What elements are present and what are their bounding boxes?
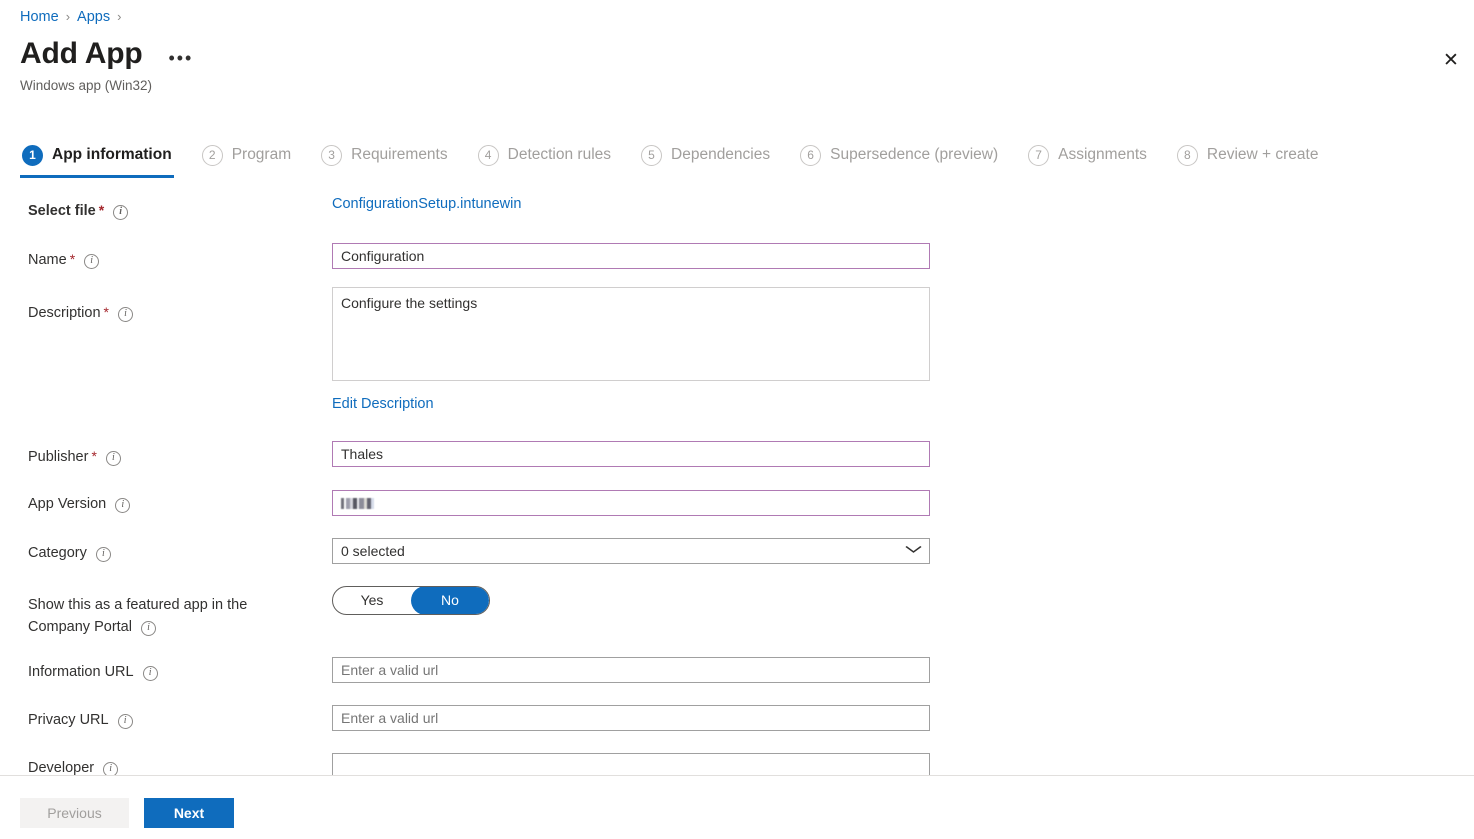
toggle-option-no[interactable]: No [411, 587, 489, 614]
step-number-badge: 5 [641, 144, 663, 166]
featured-app-label: Show this as a featured app in the Compan… [28, 594, 318, 638]
wizard-tabs: 1 App information 2 Program 3 Requiremen… [20, 137, 1346, 179]
breadcrumb: Home › Apps › [20, 6, 128, 28]
breadcrumb-item-home[interactable]: Home [20, 6, 59, 28]
close-icon[interactable]: ✕ [1435, 44, 1467, 76]
name-label: Name * i [28, 249, 318, 270]
tab-label: App information [52, 146, 172, 163]
developer-label: Developer i [28, 758, 318, 775]
tab-label: Assignments [1058, 146, 1147, 163]
info-icon[interactable]: i [103, 761, 119, 775]
privacy-url-input[interactable] [332, 705, 930, 731]
page-title: Add App [20, 37, 143, 70]
featured-app-label-line2: Company Portal [28, 619, 132, 635]
app-version-input[interactable] [332, 490, 930, 516]
tab-requirements[interactable]: 3 Requirements [319, 137, 450, 173]
tab-app-information[interactable]: 1 App information [20, 137, 174, 178]
required-indicator: * [103, 304, 109, 320]
step-number-badge: 2 [201, 144, 223, 166]
footer-divider [0, 775, 1474, 776]
page-subtitle: Windows app (Win32) [20, 78, 153, 93]
developer-input[interactable] [332, 753, 930, 775]
publisher-label-text: Publisher [28, 449, 89, 465]
privacy-url-label-text: Privacy URL [28, 712, 109, 728]
title-row: Add App ••• [20, 36, 197, 72]
description-label-text: Description [28, 305, 101, 321]
next-button[interactable]: Next [144, 798, 234, 828]
step-number-badge: 6 [800, 144, 822, 166]
breadcrumb-item-apps[interactable]: Apps [77, 6, 110, 28]
active-tab-underline [20, 175, 174, 178]
featured-app-label-line1: Show this as a featured app in the [28, 597, 248, 613]
tab-review-create[interactable]: 8 Review + create [1175, 137, 1321, 173]
step-number-badge: 7 [1028, 144, 1050, 166]
tab-dependencies[interactable]: 5 Dependencies [639, 137, 772, 173]
step-number-badge: 4 [477, 144, 499, 166]
description-label: Description * i [28, 302, 318, 323]
more-options-icon[interactable]: ••• [164, 48, 197, 68]
info-icon[interactable]: i [142, 665, 158, 681]
add-app-blade: Home › Apps › Add App ••• Windows app (W… [0, 0, 1474, 839]
description-textarea[interactable]: Configure the settings [332, 287, 930, 381]
breadcrumb-separator-icon: › [117, 9, 122, 24]
info-icon[interactable]: i [117, 306, 133, 322]
info-icon[interactable]: i [115, 497, 131, 513]
information-url-input[interactable] [332, 657, 930, 683]
category-label: Category i [28, 543, 318, 563]
tab-label: Program [231, 146, 292, 163]
redacted-value [341, 497, 374, 509]
category-label-text: Category [28, 545, 87, 561]
info-icon[interactable]: i [105, 450, 121, 466]
app-version-label: App Version i [28, 494, 318, 514]
info-icon[interactable]: i [140, 620, 156, 636]
info-icon[interactable]: i [84, 253, 100, 269]
information-url-label-text: Information URL [28, 664, 134, 680]
featured-app-toggle[interactable]: Yes No [332, 586, 490, 615]
chevron-down-icon [905, 545, 923, 557]
tab-assignments[interactable]: 7 Assignments [1026, 137, 1149, 173]
developer-label-text: Developer [28, 760, 95, 775]
info-icon[interactable]: i [95, 546, 111, 562]
tab-detection-rules[interactable]: 4 Detection rules [476, 137, 613, 173]
tab-label: Review + create [1206, 146, 1319, 163]
edit-description-link[interactable]: Edit Description [332, 396, 434, 412]
wizard-footer: Previous Next [20, 798, 234, 828]
step-number-badge: 1 [22, 144, 43, 166]
tab-label: Supersedence (preview) [830, 146, 999, 163]
required-indicator: * [98, 202, 105, 218]
required-indicator: * [69, 251, 76, 267]
required-indicator: * [91, 448, 97, 464]
publisher-input[interactable] [332, 441, 930, 467]
select-file-label: Select file * i [28, 200, 318, 221]
info-icon[interactable]: i [113, 204, 129, 220]
name-label-text: Name [28, 252, 67, 268]
app-version-label-text: App Version [28, 496, 107, 512]
step-number-badge: 3 [321, 144, 343, 166]
toggle-option-yes[interactable]: Yes [333, 587, 411, 614]
selected-file-link[interactable]: ConfigurationSetup.intunewin [332, 196, 521, 212]
publisher-label: Publisher * i [28, 446, 318, 467]
information-url-label: Information URL i [28, 662, 318, 682]
app-information-form: Select file * i ConfigurationSetup.intunew… [0, 186, 1474, 775]
breadcrumb-separator-icon: › [65, 9, 71, 24]
select-file-label-text: Select file [28, 203, 96, 219]
previous-button[interactable]: Previous [20, 798, 129, 828]
tab-program[interactable]: 2 Program [200, 137, 293, 173]
step-number-badge: 8 [1176, 144, 1198, 166]
info-icon[interactable]: i [117, 713, 133, 729]
tab-label: Requirements [351, 146, 448, 163]
privacy-url-label: Privacy URL i [28, 710, 318, 730]
category-dropdown[interactable]: 0 selected [332, 538, 930, 564]
tab-supersedence[interactable]: 6 Supersedence (preview) [798, 137, 1000, 173]
category-selected-value: 0 selected [341, 543, 405, 559]
name-input[interactable] [332, 243, 930, 269]
tab-label: Detection rules [507, 146, 612, 163]
tab-label: Dependencies [671, 146, 771, 163]
